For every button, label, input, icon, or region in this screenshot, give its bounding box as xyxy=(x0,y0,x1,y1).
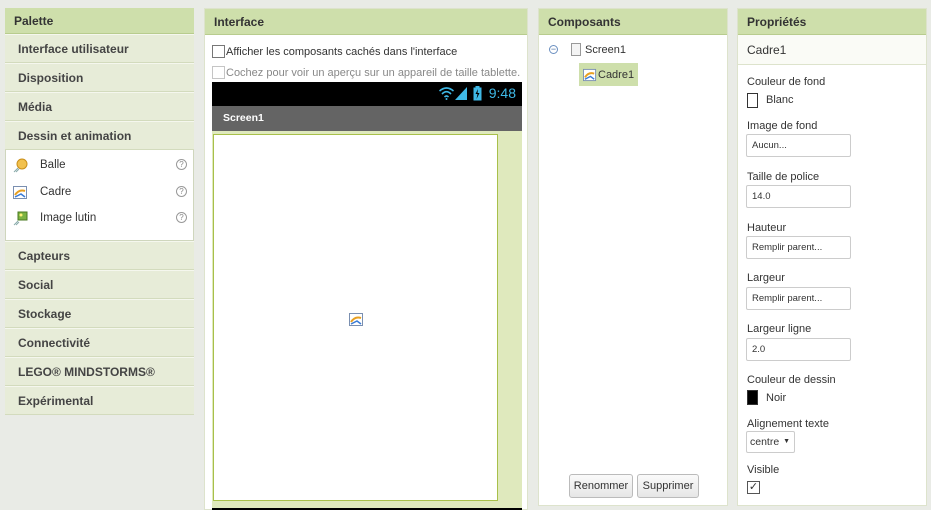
signal-icon xyxy=(455,87,467,100)
background-color-swatch[interactable] xyxy=(747,93,758,108)
background-color-value[interactable]: Blanc xyxy=(766,94,794,106)
show-hidden-components-row: Afficher les composants cachés dans l'in… xyxy=(212,45,457,58)
palette-category-drawing-animation[interactable]: Dessin et animation xyxy=(5,121,194,150)
text-alignment-select[interactable]: centre ▼ xyxy=(746,431,795,453)
line-width-label: Largeur ligne xyxy=(747,323,812,335)
height-picker[interactable]: Remplir parent... xyxy=(746,236,851,259)
tree-item-label: Screen1 xyxy=(585,43,626,56)
background-color-label: Couleur de fond xyxy=(747,76,826,88)
palette-category-sensors[interactable]: Capteurs xyxy=(5,240,194,270)
palette-title: Palette xyxy=(5,8,194,34)
visible-label: Visible xyxy=(747,464,780,476)
properties-title: Propriétés xyxy=(738,9,926,35)
palette-category-experimental[interactable]: Expérimental xyxy=(5,385,194,415)
components-title: Composants xyxy=(539,9,727,35)
help-icon[interactable]: ? xyxy=(176,212,187,223)
properties-panel: Propriétés Cadre1 Couleur de fond Blanc … xyxy=(737,8,927,506)
help-icon[interactable]: ? xyxy=(176,159,187,170)
palette-items-drawing-animation: Balle ? Cadre ? Image lutin ? xyxy=(5,150,194,241)
dropdown-arrow-icon: ▼ xyxy=(783,438,790,445)
palette-category-user-interface[interactable]: Interface utilisateur xyxy=(5,34,194,63)
line-width-input[interactable]: 2.0 xyxy=(746,338,851,361)
text-alignment-value: centre xyxy=(750,436,780,448)
font-size-input[interactable]: 14.0 xyxy=(746,185,851,208)
paint-color-swatch[interactable] xyxy=(747,390,758,405)
width-picker[interactable]: Remplir parent... xyxy=(746,287,851,310)
palette-category-layout[interactable]: Disposition xyxy=(5,63,194,92)
rename-button[interactable]: Renommer xyxy=(569,474,633,498)
phone-clock: 9:48 xyxy=(488,85,516,101)
paint-color-label: Couleur de dessin xyxy=(747,374,836,386)
tablet-preview-checkbox[interactable] xyxy=(212,66,225,79)
help-icon[interactable]: ? xyxy=(176,185,187,197)
canvas-icon xyxy=(583,68,597,81)
delete-button[interactable]: Supprimer xyxy=(637,474,699,498)
font-size-label: Taille de police xyxy=(747,171,820,183)
visible-checkbox[interactable]: ✓ xyxy=(747,481,760,494)
palette-item-ball[interactable]: Balle ? xyxy=(6,152,193,179)
tablet-preview-row: Cochez pour voir un aperçu sur un appare… xyxy=(212,66,520,79)
paint-color-value[interactable]: Noir xyxy=(766,392,786,404)
palette-item-label: Cadre xyxy=(40,185,72,198)
collapse-icon[interactable]: − xyxy=(549,45,558,54)
tablet-preview-label: Cochez pour voir un aperçu sur un appare… xyxy=(226,66,521,79)
palette-item-image-sprite[interactable]: Image lutin ? xyxy=(6,205,193,232)
image-sprite-icon xyxy=(13,211,28,226)
palette-category-media[interactable]: Média xyxy=(5,92,194,121)
interface-panel: Interface Afficher les composants cachés… xyxy=(204,8,528,510)
background-image-label: Image de fond xyxy=(747,120,818,132)
palette-item-label: Balle xyxy=(40,159,66,171)
tree-item-label: Cadre1 xyxy=(598,68,635,81)
height-label: Hauteur xyxy=(747,222,787,234)
palette-category-storage[interactable]: Stockage xyxy=(5,298,194,328)
text-alignment-label: Alignement texte xyxy=(747,418,829,430)
palette-item-canvas[interactable]: Cadre ? xyxy=(6,179,193,206)
canvas-icon xyxy=(349,313,363,326)
interface-title: Interface xyxy=(205,9,527,35)
tree-item-cadre1[interactable]: Cadre1 xyxy=(579,63,638,86)
palette-item-label: Image lutin xyxy=(40,212,97,224)
palette-category-lego-mindstorms[interactable]: LEGO® MINDSTORMS® xyxy=(5,356,194,386)
selected-component-name: Cadre1 xyxy=(738,35,926,65)
palette-panel: Palette Interface utilisateur Dispositio… xyxy=(5,8,194,415)
palette-category-social[interactable]: Social xyxy=(5,269,194,299)
tree-item-screen1[interactable]: Screen1 xyxy=(571,43,626,56)
palette-category-connectivity[interactable]: Connectivité xyxy=(5,327,194,357)
wifi-icon xyxy=(439,87,454,100)
canvas-component[interactable] xyxy=(213,134,498,501)
show-hidden-components-label: Afficher les composants cachés dans l'in… xyxy=(226,45,458,58)
canvas-icon xyxy=(13,185,27,199)
ball-icon xyxy=(13,158,28,173)
screen-icon xyxy=(571,43,581,56)
background-image-picker[interactable]: Aucun... xyxy=(746,134,851,157)
screen-title-bar: Screen1 xyxy=(212,106,522,131)
battery-icon xyxy=(473,86,482,101)
width-label: Largeur xyxy=(747,272,785,284)
phone-status-bar: 9:48 xyxy=(212,82,522,106)
components-panel: Composants − Screen1 Cadre1 Renommer Sup… xyxy=(538,8,728,506)
phone-preview: 9:48 Screen1 xyxy=(212,82,522,510)
show-hidden-components-checkbox[interactable] xyxy=(212,45,225,58)
